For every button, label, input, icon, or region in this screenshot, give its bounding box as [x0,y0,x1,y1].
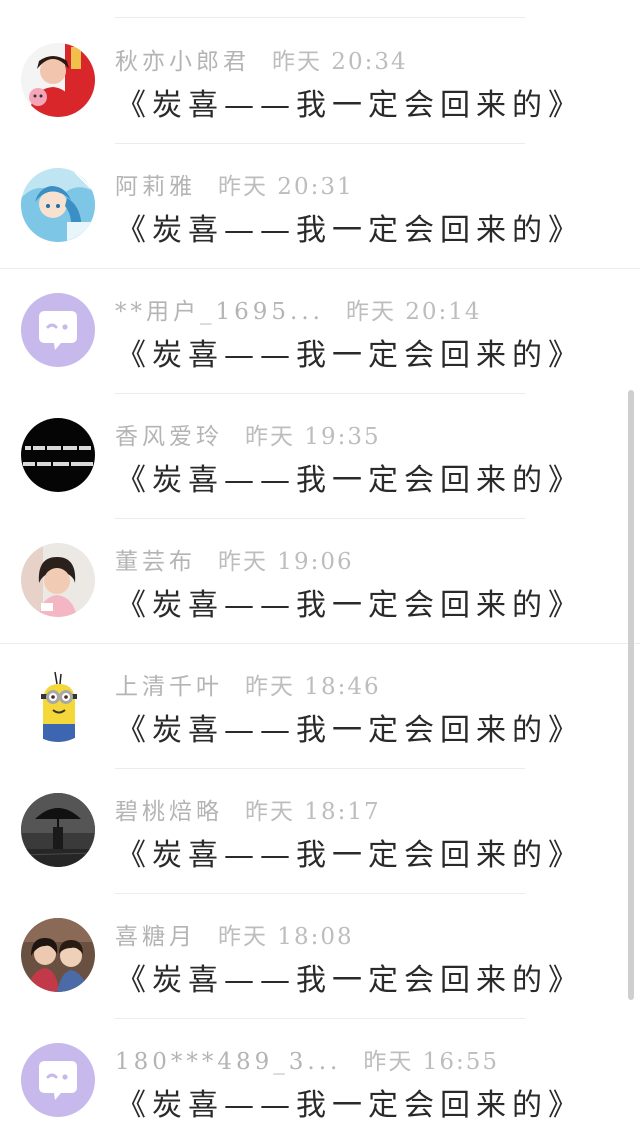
divider [115,17,525,18]
username[interactable]: 碧桃焙略 [115,799,223,825]
timestamp: 昨天 18:46 [245,674,381,700]
default-avatar-icon[interactable] [21,293,95,367]
divider [115,1018,525,1019]
username[interactable]: 香风爱玲 [115,424,223,450]
comment-text: 《炭喜——我一定会回来的》 [116,88,584,123]
username[interactable]: 秋亦小郎君 [115,49,250,75]
comment-text: 《炭喜——我一定会回来的》 [116,1088,584,1123]
timestamp: 昨天 18:17 [245,799,381,825]
divider [115,893,525,894]
divider [0,268,640,269]
comment-item[interactable]: 上清千叶 昨天 18:46 《炭喜——我一定会回来的》 [0,643,640,768]
divider [115,393,525,394]
comment-text: 《炭喜——我一定会回来的》 [116,588,584,623]
timestamp: 昨天 19:35 [245,424,381,450]
user-avatar[interactable] [21,418,95,492]
username[interactable]: 上清千叶 [115,674,223,700]
user-avatar[interactable] [21,543,95,617]
comment-item[interactable]: 秋亦小郎君 昨天 20:34 《炭喜——我一定会回来的》 [0,17,640,143]
timestamp: 昨天 16:55 [363,1049,499,1075]
timestamp: 昨天 20:14 [345,299,482,325]
comment-item[interactable]: 碧桃焙略 昨天 18:17 《炭喜——我一定会回来的》 [0,768,640,893]
comment-item[interactable]: 香风爱玲 昨天 19:35 《炭喜——我一定会回来的》 [0,393,640,518]
comment-text: 《炭喜——我一定会回来的》 [116,713,584,748]
timestamp: 昨天 18:08 [218,924,354,950]
divider [115,143,525,144]
divider [0,643,640,644]
timestamp: 昨天 20:31 [218,174,354,200]
user-avatar[interactable] [21,918,95,992]
user-avatar[interactable] [21,668,95,742]
comment-item[interactable]: 阿莉雅 昨天 20:31 《炭喜——我一定会回来的》 [0,143,640,268]
comment-item[interactable]: 董芸布 昨天 19:06 《炭喜——我一定会回来的》 [0,518,640,643]
timestamp: 昨天 20:34 [272,49,408,75]
username[interactable]: **用户_1695... [115,299,324,325]
default-avatar-icon[interactable] [21,1043,95,1117]
comment-text: 《炭喜——我一定会回来的》 [116,963,584,998]
comment-item[interactable]: 180***489_3... 昨天 16:55 《炭喜——我一定会回来的》 [0,1018,640,1143]
comment-item[interactable]: 喜糖月 昨天 18:08 《炭喜——我一定会回来的》 [0,893,640,1018]
timestamp: 昨天 19:06 [218,549,354,575]
comment-text: 《炭喜——我一定会回来的》 [116,338,584,373]
comment-text: 《炭喜——我一定会回来的》 [116,838,584,873]
comment-text: 《炭喜——我一定会回来的》 [116,213,584,248]
username[interactable]: 董芸布 [115,549,196,575]
user-avatar[interactable] [21,793,95,867]
comment-text: 《炭喜——我一定会回来的》 [116,463,584,498]
divider [115,518,525,519]
username[interactable]: 喜糖月 [115,924,196,950]
user-avatar[interactable] [21,168,95,242]
comment-item[interactable]: **用户_1695... 昨天 20:14 《炭喜——我一定会回来的》 [0,268,640,393]
divider [115,768,525,769]
user-avatar[interactable] [21,43,95,117]
scrollbar[interactable] [628,390,634,1000]
username[interactable]: 180***489_3... [115,1049,341,1075]
username[interactable]: 阿莉雅 [115,174,196,200]
